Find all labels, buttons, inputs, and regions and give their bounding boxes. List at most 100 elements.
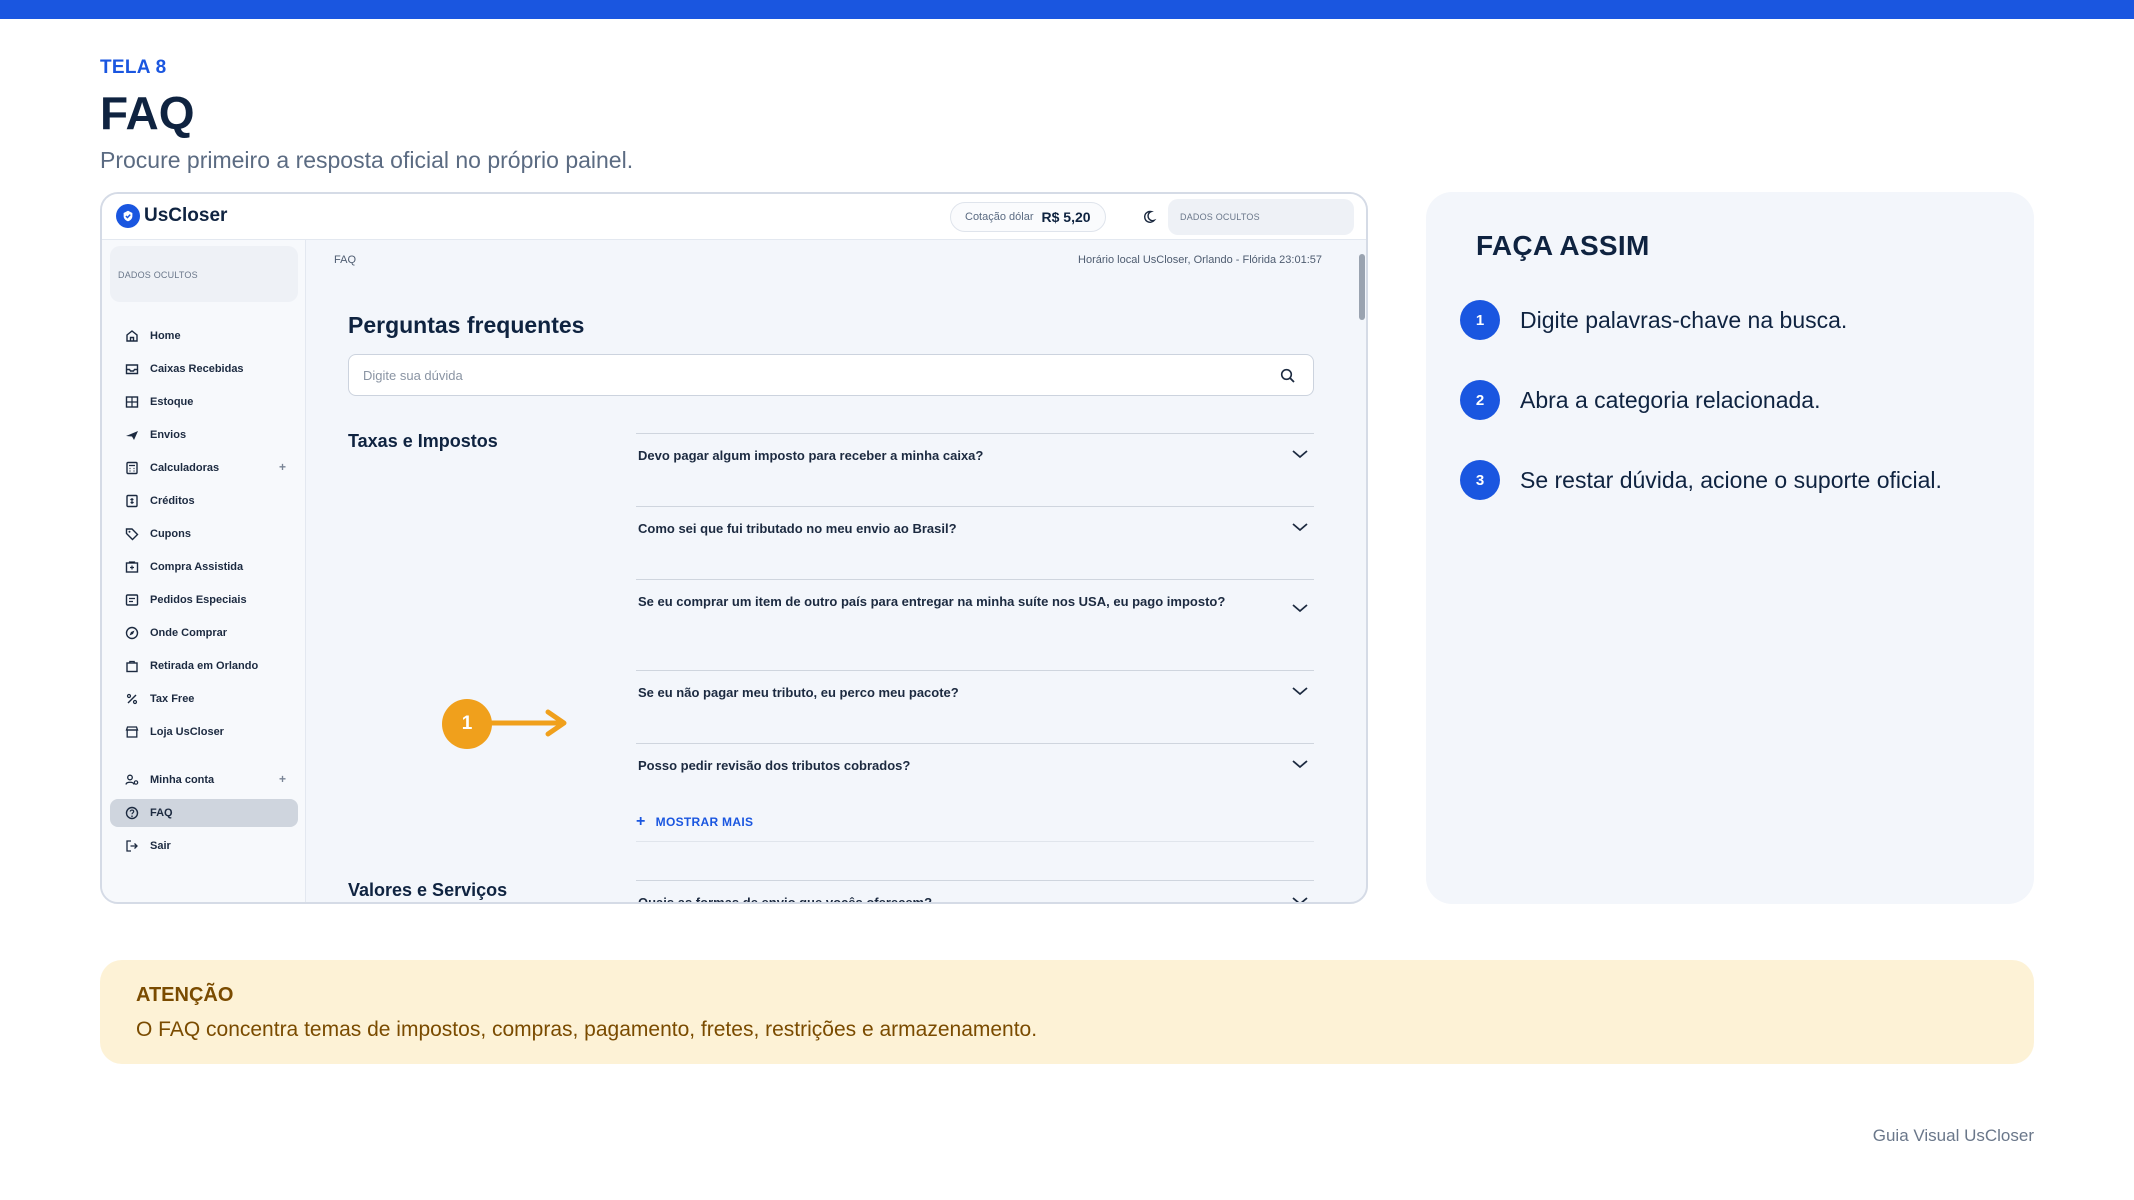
instructions-panel: FAÇA ASSIM 1 Digite palavras-chave na bu… <box>1426 192 2034 904</box>
sidebar-item-label: Retirada em Orlando <box>150 660 259 672</box>
show-more-label: MOSTRAR MAIS <box>655 815 754 829</box>
home-icon <box>126 330 138 342</box>
instruction-step: 2 Abra a categoria relacionada. <box>1460 380 1820 420</box>
sidebar-item-estoque[interactable]: Estoque <box>110 388 298 416</box>
sidebar-item-envios[interactable]: Envios <box>110 421 298 449</box>
sidebar-item-label: Estoque <box>150 396 194 408</box>
plane-icon <box>126 431 138 440</box>
sidebar-item-label: Loja UsCloser <box>150 726 224 738</box>
sidebar-item-label: FAQ <box>150 807 173 819</box>
attention-banner: ATENÇÃO O FAQ concentra temas de imposto… <box>100 960 2034 1064</box>
account-icon <box>125 774 139 785</box>
faq-question-item[interactable]: Se eu comprar um item de outro país para… <box>636 579 1314 613</box>
calculator-icon <box>126 461 138 475</box>
faq-search-input[interactable] <box>363 367 1263 383</box>
sidebar-item-retirada-em-orlando[interactable]: Retirada em Orlando <box>110 652 298 680</box>
sidebar-item-label: Caixas Recebidas <box>150 363 244 375</box>
sidebar-item-tax-free[interactable]: Tax Free <box>110 685 298 713</box>
sidebar-item-minha-conta[interactable]: Minha conta + <box>110 766 298 794</box>
instructions-title: FAÇA ASSIM <box>1476 230 1650 261</box>
theme-toggle-button[interactable] <box>1138 204 1164 230</box>
sidebar-item-faq[interactable]: FAQ <box>110 799 298 827</box>
step-text: Abra a categoria relacionada. <box>1520 386 1821 413</box>
attention-title: ATENÇÃO <box>136 984 234 1006</box>
faq-question-text: Posso pedir revisão dos tributos cobrado… <box>638 758 911 773</box>
faq-question-text: Quais as formas de envio que vocês ofere… <box>638 895 933 904</box>
instruction-step: 1 Digite palavras-chave na busca. <box>1460 300 1847 340</box>
scrollbar-thumb[interactable] <box>1359 254 1365 320</box>
faq-search-box <box>348 354 1314 396</box>
sidebar-item-label: Sair <box>150 840 171 852</box>
percent-icon <box>126 693 138 705</box>
bag-icon <box>126 660 138 673</box>
sidebar-item-label: Calculadoras <box>150 462 220 474</box>
moon-icon <box>1143 210 1157 223</box>
category-divider <box>636 841 1314 842</box>
faq-question-text: Se eu comprar um item de outro país para… <box>638 594 1226 609</box>
sidebar-item-caixas-recebidas[interactable]: Caixas Recebidas <box>110 355 298 383</box>
sidebar-item-pedidos-especiais[interactable]: Pedidos Especiais <box>110 586 298 614</box>
sidebar-item-label: Minha conta <box>150 774 215 786</box>
faq-main-content: FAQ Horário local UsCloser, Orlando - Fl… <box>306 240 1366 902</box>
chevron-down-icon <box>1292 687 1308 696</box>
sidebar-item-cupons[interactable]: Cupons <box>110 520 298 548</box>
faq-question-item[interactable]: Se eu não pagar meu tributo, eu perco me… <box>636 670 1314 700</box>
chevron-down-icon <box>1292 604 1308 613</box>
app-header: UsCloser Cotação dólar R$ 5,20 DADOS OCU… <box>102 194 1366 240</box>
dollar-quote-value: R$ 5,20 <box>1041 209 1091 225</box>
assisted-purchase-icon <box>125 561 139 573</box>
sidebar-item-loja-uscloser[interactable]: Loja UsCloser <box>110 718 298 746</box>
sidebar-item-label: Créditos <box>150 495 195 507</box>
sidebar-item-sair[interactable]: Sair <box>110 832 298 860</box>
sidebar-user-card: DADOS OCULTOS <box>110 246 298 302</box>
slide-subtitle: Procure primeiro a resposta oficial no p… <box>100 147 634 173</box>
breadcrumb: FAQ <box>334 254 357 266</box>
chevron-down-icon <box>1292 450 1308 459</box>
special-order-icon <box>125 594 139 606</box>
step-text: Digite palavras-chave na busca. <box>1520 306 1848 333</box>
faq-question-item[interactable]: Como sei que fui tributado no meu envio … <box>636 506 1314 536</box>
chevron-down-icon <box>1292 523 1308 532</box>
tag-icon <box>125 528 139 541</box>
faq-question-item[interactable]: Devo pagar algum imposto para receber a … <box>636 433 1314 463</box>
sidebar-item-calculadoras[interactable]: Calculadoras + <box>110 454 298 482</box>
sidebar-item-label: Tax Free <box>150 693 195 705</box>
credit-icon <box>126 494 138 508</box>
dollar-quote: Cotação dólar R$ 5,20 <box>950 202 1106 232</box>
faq-question-text: Devo pagar algum imposto para receber a … <box>638 448 984 463</box>
scrollbar[interactable] <box>1358 246 1366 896</box>
sidebar-item-onde-comprar[interactable]: Onde Comprar <box>110 619 298 647</box>
expand-icon[interactable]: + <box>279 460 286 474</box>
sidebar-item-creditos[interactable]: Créditos <box>110 487 298 515</box>
sidebar-item-label: Cupons <box>150 528 191 540</box>
sidebar: DADOS OCULTOS Home Caixas Recebidas Esto… <box>102 240 306 902</box>
user-menu[interactable]: DADOS OCULTOS <box>1168 199 1354 235</box>
sidebar-item-label: Pedidos Especiais <box>150 594 247 606</box>
faq-category-title: Valores e Serviços <box>348 880 508 900</box>
top-accent-bar <box>0 0 2134 19</box>
footer-credit: Guia Visual UsCloser <box>1872 1126 2034 1145</box>
faq-question-text: Se eu não pagar meu tributo, eu perco me… <box>638 685 959 700</box>
plus-icon: + <box>636 813 646 830</box>
search-icon[interactable] <box>1279 367 1297 385</box>
sidebar-item-label: Onde Comprar <box>150 627 228 639</box>
sidebar-item-label: Compra Assistida <box>150 561 244 573</box>
show-more-button[interactable]: + MOSTRAR MAIS <box>636 813 753 831</box>
chevron-down-icon <box>1292 760 1308 769</box>
faq-question-text: Como sei que fui tributado no meu envio … <box>638 521 957 536</box>
faq-question-item[interactable]: Posso pedir revisão dos tributos cobrado… <box>636 743 1314 773</box>
sidebar-item-label: Home <box>150 330 181 342</box>
brand-logo-icon <box>116 204 140 228</box>
instruction-step: 3 Se restar dúvida, acione o suporte ofi… <box>1460 460 1942 500</box>
faq-question-item[interactable]: Quais as formas de envio que vocês ofere… <box>636 880 1314 902</box>
brand-logo[interactable]: UsCloser <box>116 204 227 228</box>
sidebar-item-compra-assistida[interactable]: Compra Assistida <box>110 553 298 581</box>
chevron-down-icon <box>1292 897 1308 902</box>
sidebar-item-label: Envios <box>150 429 187 441</box>
compass-icon <box>125 626 139 640</box>
expand-icon[interactable]: + <box>279 772 286 786</box>
warehouse-icon <box>125 396 139 408</box>
sidebar-item-home[interactable]: Home <box>110 322 298 350</box>
annotation-marker: 1 <box>442 699 492 749</box>
help-icon <box>125 806 139 820</box>
